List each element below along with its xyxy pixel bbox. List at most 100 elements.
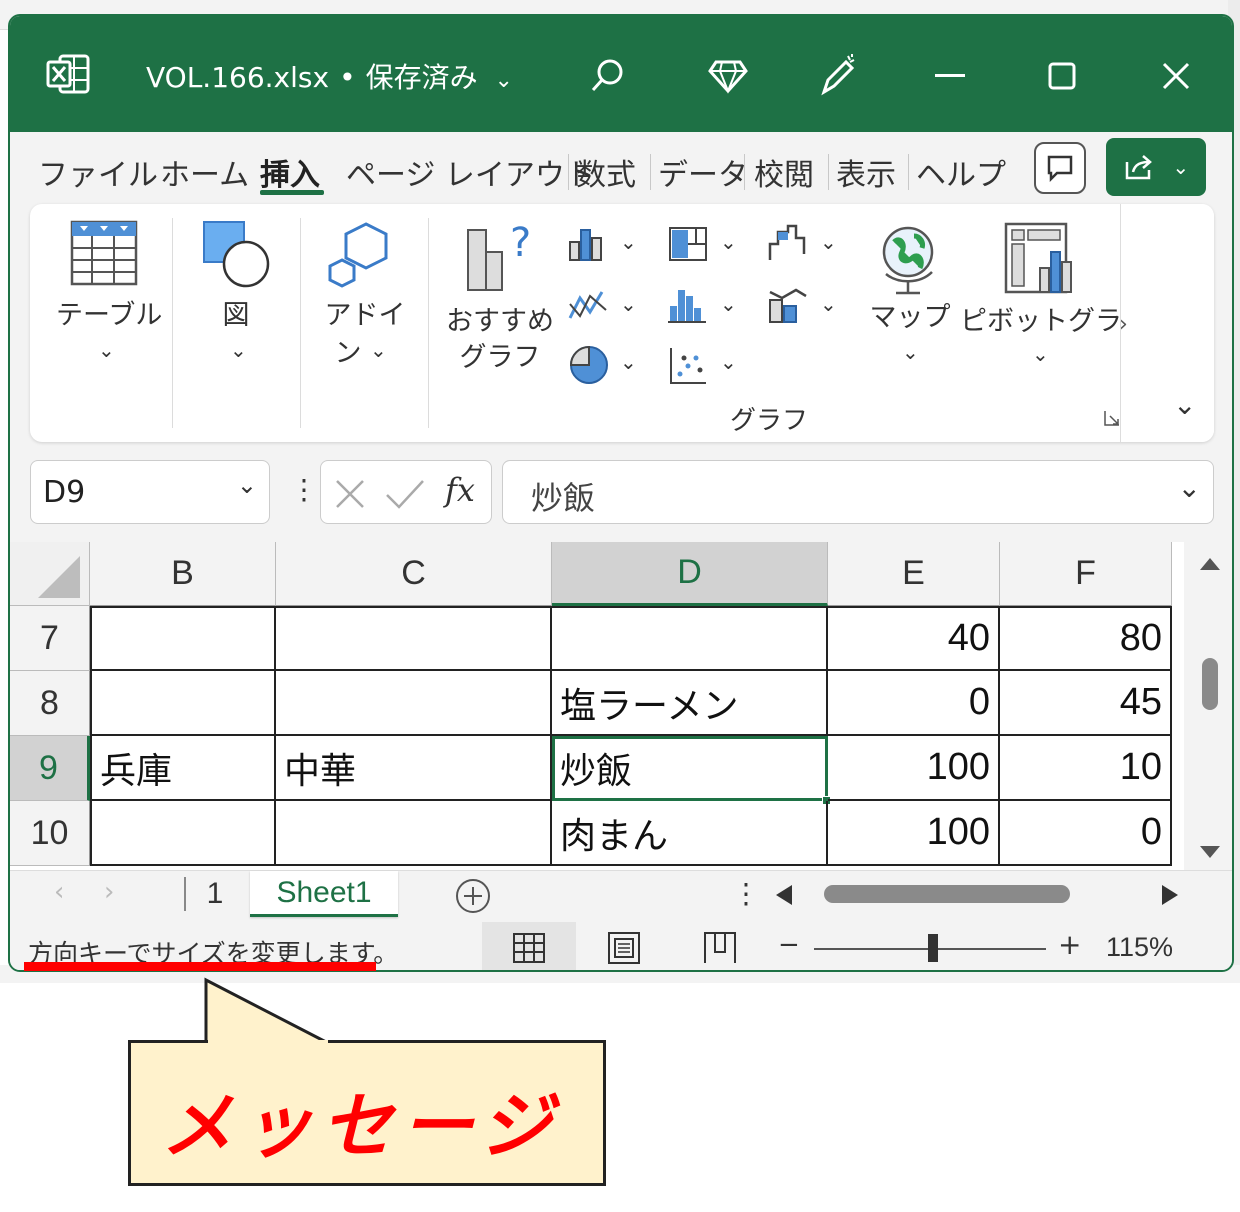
normal-view-button[interactable]	[482, 922, 576, 970]
cell-e8[interactable]: 0	[828, 671, 1000, 736]
shapes-icon[interactable]	[202, 220, 272, 294]
cell-b7[interactable]	[90, 606, 276, 671]
waterfall-chart-icon[interactable]	[768, 224, 808, 266]
comments-button[interactable]	[1034, 142, 1086, 194]
cell-c9[interactable]: 中華	[276, 736, 552, 801]
cell-e9[interactable]: 100	[828, 736, 1000, 801]
row-header[interactable]: 7	[10, 606, 90, 671]
cell-c8[interactable]	[276, 671, 552, 736]
chevron-down-icon[interactable]: ⌄	[820, 230, 837, 254]
zoom-out-button[interactable]: −	[778, 930, 800, 960]
scatter-chart-icon[interactable]	[668, 346, 708, 390]
formula-input[interactable]: 炒飯 ⌄	[502, 460, 1214, 524]
tab-help[interactable]: ヘルプ	[916, 150, 1006, 194]
scroll-sheets-left-icon[interactable]: ‹	[54, 877, 64, 907]
select-all-corner[interactable]	[10, 542, 90, 606]
table-button-label[interactable]: テーブル	[56, 298, 162, 334]
cell-b9[interactable]: 兵庫	[90, 736, 276, 801]
chevron-down-icon[interactable]: ⌄	[902, 340, 919, 364]
cell-f9[interactable]: 10	[1000, 736, 1172, 801]
scroll-sheets-right-icon[interactable]: ›	[104, 877, 114, 907]
recommended-charts-icon[interactable]: ?	[466, 220, 540, 298]
more-options-icon[interactable]: ⋮	[290, 476, 318, 504]
chevron-down-icon[interactable]: ⌄	[620, 350, 637, 374]
cell-e10[interactable]: 100	[828, 801, 1000, 866]
cell-f10[interactable]: 0	[1000, 801, 1172, 866]
column-header-e[interactable]: E	[828, 542, 1000, 606]
document-title[interactable]: VOL.166.xlsx • 保存済み ⌄	[146, 56, 513, 96]
recommended-charts-label-1[interactable]: おすすめ	[444, 304, 556, 340]
zoom-in-button[interactable]: +	[1058, 928, 1081, 961]
tab-file[interactable]: ファイル	[38, 150, 158, 194]
chevron-down-icon[interactable]: ⌄	[720, 292, 737, 316]
zoom-level[interactable]: 115%	[1106, 932, 1173, 963]
maximize-icon[interactable]	[1040, 56, 1084, 96]
tab-formulas[interactable]: 数式	[576, 150, 636, 194]
cell-d7[interactable]	[552, 606, 828, 671]
column-header-b[interactable]: B	[90, 542, 276, 606]
column-header-d[interactable]: D	[552, 542, 828, 606]
column-header-f[interactable]: F	[1000, 542, 1172, 606]
sheet-tab-sheet1[interactable]: Sheet1	[250, 871, 398, 917]
pivotchart-button-label[interactable]: ピボットグラフ	[960, 304, 1149, 340]
chevron-down-icon[interactable]: ⌄	[620, 230, 637, 254]
vertical-scroll-thumb[interactable]	[1202, 658, 1218, 710]
chevron-down-icon[interactable]: ⌄	[820, 292, 837, 316]
chevron-down-icon[interactable]: ⌄	[620, 292, 637, 316]
cell-b10[interactable]	[90, 801, 276, 866]
pivot-chart-icon[interactable]	[1004, 222, 1078, 300]
zoom-slider-thumb[interactable]	[928, 934, 938, 962]
cancel-x-icon[interactable]	[335, 479, 365, 509]
sheet-tab-1[interactable]: 1	[190, 871, 240, 917]
horizontal-scroll-thumb[interactable]	[824, 885, 1070, 903]
histogram-icon[interactable]	[668, 286, 708, 328]
figure-button-label[interactable]: 図	[208, 298, 264, 334]
pie-chart-icon[interactable]	[568, 344, 610, 390]
tab-view[interactable]: 表示	[836, 150, 896, 194]
cell-d10[interactable]: 肉まん	[552, 801, 828, 866]
scroll-right-icon[interactable]	[1160, 883, 1180, 907]
tab-insert[interactable]: 挿入	[260, 150, 320, 194]
diamond-premium-icon[interactable]	[706, 54, 750, 98]
tab-data[interactable]: データ	[658, 150, 748, 194]
tab-review[interactable]: 校閲	[754, 150, 814, 194]
addins-hexagon-icon[interactable]	[326, 220, 400, 294]
cell-d9-active[interactable]: 炒飯	[552, 736, 828, 801]
scroll-left-icon[interactable]	[774, 883, 794, 907]
addins-label-line2[interactable]: ン	[330, 336, 366, 372]
globe-map-icon[interactable]	[876, 222, 940, 300]
page-layout-view-icon[interactable]	[608, 932, 640, 964]
minimize-icon[interactable]	[928, 56, 972, 96]
tab-page-layout[interactable]: ページ レイアウト	[346, 150, 595, 194]
dialog-launcher-icon[interactable]	[1104, 410, 1120, 430]
maps-button-label[interactable]: マップ	[868, 300, 952, 336]
cell-c10[interactable]	[276, 801, 552, 866]
more-options-icon[interactable]: ⋮	[732, 877, 760, 910]
scroll-up-icon[interactable]	[1198, 556, 1222, 572]
page-break-view-icon[interactable]	[704, 932, 736, 964]
chevron-down-icon[interactable]: ⌄	[230, 338, 247, 362]
chevron-right-icon[interactable]: ›	[1119, 312, 1128, 337]
chevron-down-icon[interactable]: ⌄	[1032, 342, 1049, 366]
name-box[interactable]: D9 ⌄	[30, 460, 270, 524]
table-icon[interactable]	[70, 220, 138, 290]
collapse-ribbon-chevron-icon[interactable]: ⌄	[1173, 388, 1196, 421]
row-header[interactable]: 8	[10, 671, 90, 736]
combo-chart-icon[interactable]	[768, 286, 808, 328]
chevron-down-icon[interactable]: ⌄	[237, 471, 257, 499]
chevron-down-icon[interactable]: ⌄	[98, 338, 115, 362]
row-header-selected[interactable]: 9	[10, 736, 90, 801]
line-chart-icon[interactable]	[568, 288, 610, 328]
hierarchy-chart-icon[interactable]	[668, 226, 708, 266]
cell-f8[interactable]: 45	[1000, 671, 1172, 736]
enter-check-icon[interactable]	[385, 479, 425, 509]
search-icon[interactable]	[586, 54, 630, 98]
share-button[interactable]: ⌄	[1106, 138, 1206, 196]
vertical-scrollbar[interactable]	[1186, 542, 1232, 870]
insert-function-icon[interactable]: fx	[445, 471, 475, 509]
cell-d8[interactable]: 塩ラーメン	[552, 671, 828, 736]
close-icon[interactable]	[1154, 56, 1198, 96]
cell-f7[interactable]: 80	[1000, 606, 1172, 671]
cell-b8[interactable]	[90, 671, 276, 736]
chevron-down-icon[interactable]: ⌄	[720, 350, 737, 374]
